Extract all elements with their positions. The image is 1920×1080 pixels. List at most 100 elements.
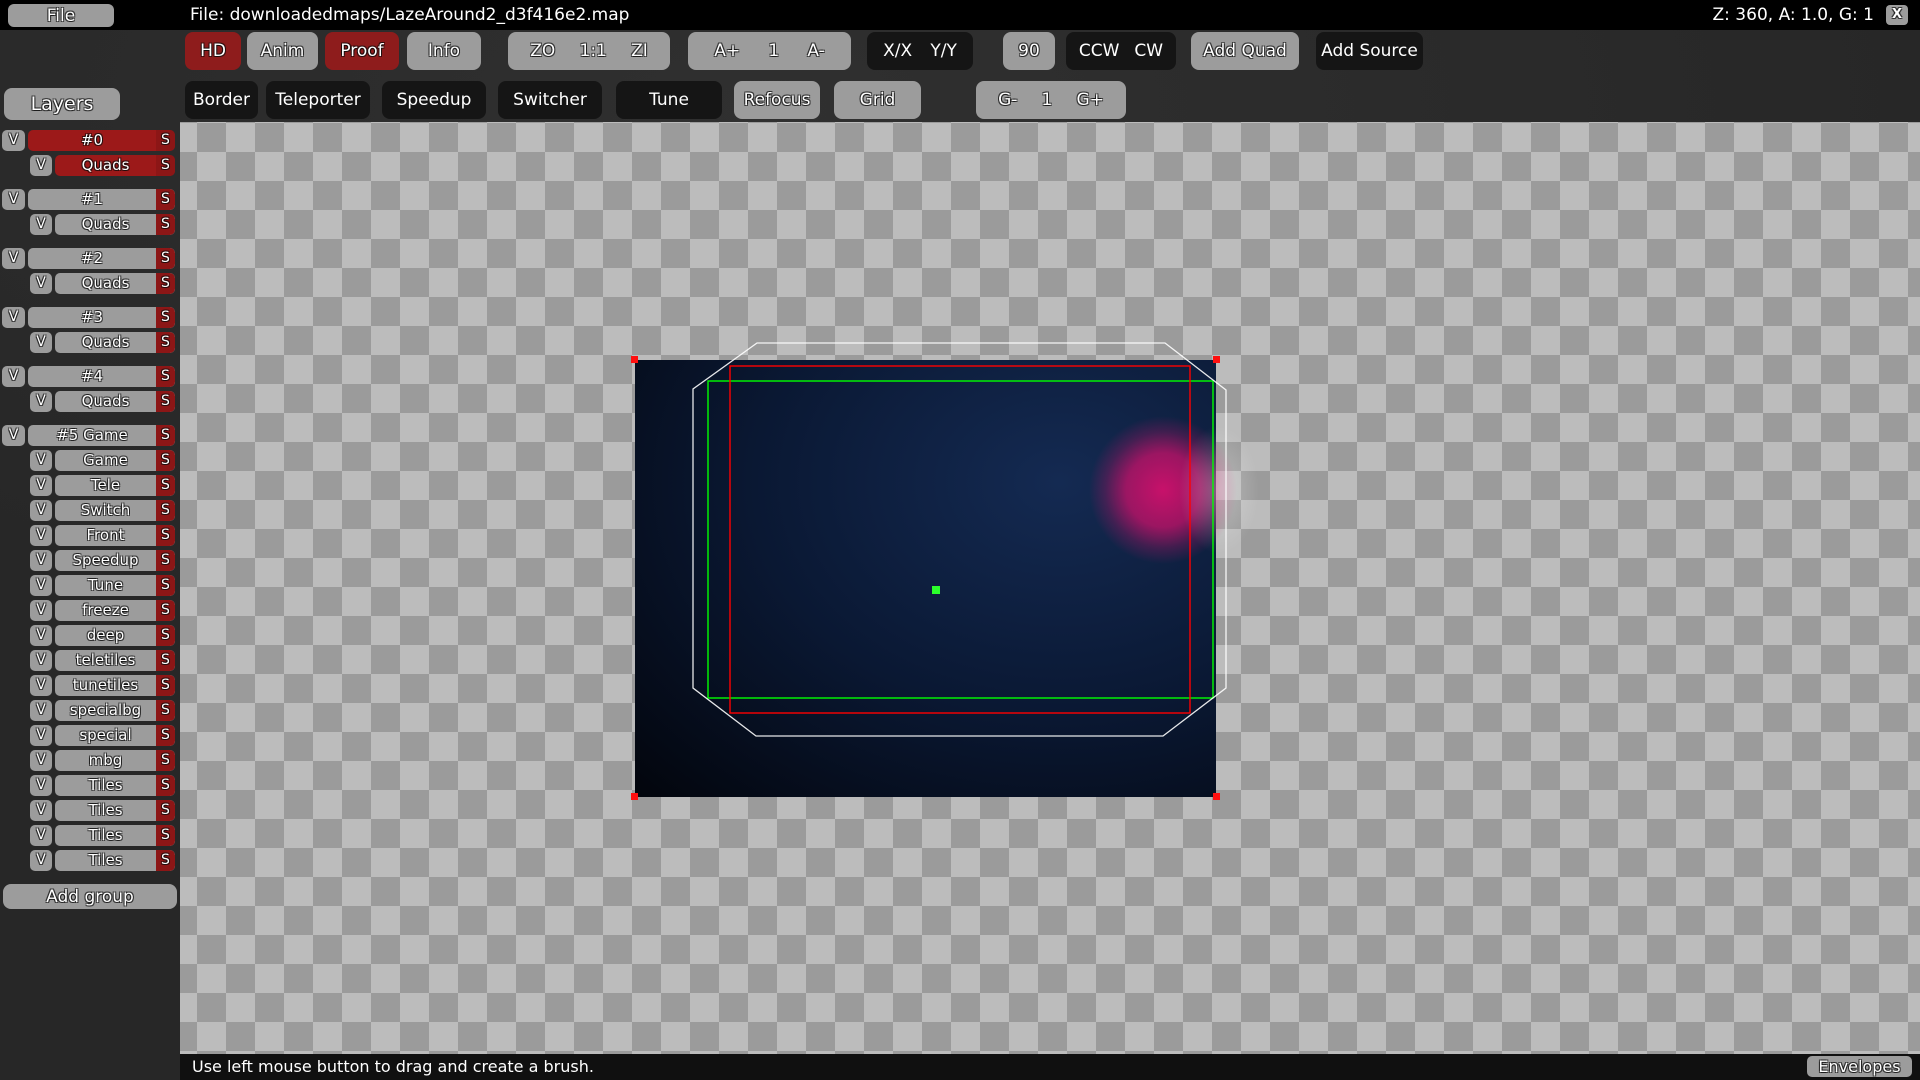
toolbar-button-add-quad[interactable]: Add Quad	[1191, 32, 1299, 70]
group-select-bar[interactable]: #5 GameS	[28, 425, 175, 446]
layer-select-bar[interactable]: freezeS	[55, 600, 175, 621]
layer-visibility-toggle[interactable]: V	[30, 391, 52, 412]
layer-select-bar[interactable]: mbgS	[55, 750, 175, 771]
file-menu-button[interactable]: File	[8, 4, 114, 27]
toolbar-button-switcher[interactable]: Switcher	[498, 81, 602, 119]
group-settings-button[interactable]: S	[156, 307, 175, 328]
button-gplus[interactable]: G+	[1074, 90, 1105, 110]
layer-select-bar[interactable]: SwitchS	[55, 500, 175, 521]
layer-visibility-toggle[interactable]: V	[30, 750, 52, 771]
layer-settings-button[interactable]: S	[156, 550, 175, 571]
envelopes-button[interactable]: Envelopes	[1807, 1056, 1912, 1077]
group-select-bar[interactable]: #0S	[28, 130, 175, 151]
layer-settings-button[interactable]: S	[156, 450, 175, 471]
layer-visibility-toggle[interactable]: V	[30, 525, 52, 546]
layer-select-bar[interactable]: SpeedupS	[55, 550, 175, 571]
toolbar-button-proof[interactable]: Proof	[325, 32, 399, 70]
button-zi[interactable]: ZI	[629, 41, 650, 61]
layer-settings-button[interactable]: S	[156, 750, 175, 771]
toolbar-button-border[interactable]: Border	[185, 81, 258, 119]
layer-select-bar[interactable]: FrontS	[55, 525, 175, 546]
layer-settings-button[interactable]: S	[156, 800, 175, 821]
group-visibility-toggle[interactable]: V	[2, 425, 25, 446]
layer-select-bar[interactable]: specialS	[55, 725, 175, 746]
layer-select-bar[interactable]: QuadsS	[55, 391, 175, 412]
layer-visibility-toggle[interactable]: V	[30, 625, 52, 646]
layer-settings-button[interactable]: S	[156, 525, 175, 546]
group-settings-button[interactable]: S	[156, 425, 175, 446]
map-view-canvas[interactable]	[180, 122, 1920, 1054]
button-cw[interactable]: CW	[1132, 41, 1165, 61]
layer-visibility-toggle[interactable]: V	[30, 450, 52, 471]
layer-select-bar[interactable]: TeleS	[55, 475, 175, 496]
group-visibility-toggle[interactable]: V	[2, 366, 25, 387]
layer-settings-button[interactable]: S	[156, 273, 175, 294]
layer-visibility-toggle[interactable]: V	[30, 675, 52, 696]
layer-settings-button[interactable]: S	[156, 775, 175, 796]
layer-visibility-toggle[interactable]: V	[30, 273, 52, 294]
layer-settings-button[interactable]: S	[156, 850, 175, 871]
layer-visibility-toggle[interactable]: V	[30, 332, 52, 353]
layer-select-bar[interactable]: TilesS	[55, 850, 175, 871]
group-select-bar[interactable]: #3S	[28, 307, 175, 328]
layer-settings-button[interactable]: S	[156, 214, 175, 235]
button-1[interactable]: 1	[766, 41, 781, 61]
quad-pivot-point[interactable]	[932, 586, 940, 594]
layer-select-bar[interactable]: TilesS	[55, 800, 175, 821]
layer-visibility-toggle[interactable]: V	[30, 700, 52, 721]
group-visibility-toggle[interactable]: V	[2, 130, 25, 151]
toolbar-button-add-source[interactable]: Add Source	[1316, 32, 1423, 70]
button-x-x[interactable]: X/X	[881, 41, 914, 61]
button-1[interactable]: 1	[1040, 90, 1055, 110]
close-icon[interactable]: X	[1886, 5, 1908, 25]
layer-visibility-toggle[interactable]: V	[30, 800, 52, 821]
layer-settings-button[interactable]: S	[156, 391, 175, 412]
layer-settings-button[interactable]: S	[156, 625, 175, 646]
layer-select-bar[interactable]: TilesS	[55, 775, 175, 796]
layer-visibility-toggle[interactable]: V	[30, 775, 52, 796]
layer-settings-button[interactable]: S	[156, 600, 175, 621]
toolbar-button-refocus[interactable]: Refocus	[734, 81, 820, 119]
group-settings-button[interactable]: S	[156, 189, 175, 210]
button-y-y[interactable]: Y/Y	[928, 41, 959, 61]
group-visibility-toggle[interactable]: V	[2, 189, 25, 210]
layer-select-bar[interactable]: specialbgS	[55, 700, 175, 721]
button-a-[interactable]: A-	[805, 41, 826, 61]
button-aplus[interactable]: A+	[712, 41, 742, 61]
group-select-bar[interactable]: #2S	[28, 248, 175, 269]
toolbar-button-anim[interactable]: Anim	[247, 32, 318, 70]
button-ccw[interactable]: CCW	[1077, 41, 1122, 61]
layer-select-bar[interactable]: GameS	[55, 450, 175, 471]
layer-select-bar[interactable]: tunetilesS	[55, 675, 175, 696]
layer-visibility-toggle[interactable]: V	[30, 825, 52, 846]
layer-select-bar[interactable]: deepS	[55, 625, 175, 646]
layer-settings-button[interactable]: S	[156, 475, 175, 496]
layer-visibility-toggle[interactable]: V	[30, 850, 52, 871]
toolbar-button-hd[interactable]: HD	[185, 32, 241, 70]
toolbar-button-info[interactable]: Info	[407, 32, 481, 70]
layer-visibility-toggle[interactable]: V	[30, 214, 52, 235]
toolbar-button-teleporter[interactable]: Teleporter	[266, 81, 370, 119]
layer-visibility-toggle[interactable]: V	[30, 500, 52, 521]
layer-visibility-toggle[interactable]: V	[30, 550, 52, 571]
toolbar-button-speedup[interactable]: Speedup	[382, 81, 486, 119]
layer-visibility-toggle[interactable]: V	[30, 725, 52, 746]
group-settings-button[interactable]: S	[156, 366, 175, 387]
layer-settings-button[interactable]: S	[156, 825, 175, 846]
layers-header-button[interactable]: Layers	[4, 88, 120, 120]
group-select-bar[interactable]: #1S	[28, 189, 175, 210]
layer-settings-button[interactable]: S	[156, 575, 175, 596]
toolbar-button-rotate-amount[interactable]: 90	[1003, 32, 1055, 70]
layer-select-bar[interactable]: QuadsS	[55, 332, 175, 353]
toolbar-button-grid[interactable]: Grid	[834, 81, 921, 119]
layer-settings-button[interactable]: S	[156, 700, 175, 721]
layer-settings-button[interactable]: S	[156, 500, 175, 521]
button-1-1[interactable]: 1:1	[578, 41, 609, 61]
layer-select-bar[interactable]: QuadsS	[55, 273, 175, 294]
group-select-bar[interactable]: #4S	[28, 366, 175, 387]
toolbar-button-tune[interactable]: Tune	[616, 81, 722, 119]
layer-select-bar[interactable]: TilesS	[55, 825, 175, 846]
group-visibility-toggle[interactable]: V	[2, 307, 25, 328]
layer-settings-button[interactable]: S	[156, 332, 175, 353]
layer-visibility-toggle[interactable]: V	[30, 575, 52, 596]
